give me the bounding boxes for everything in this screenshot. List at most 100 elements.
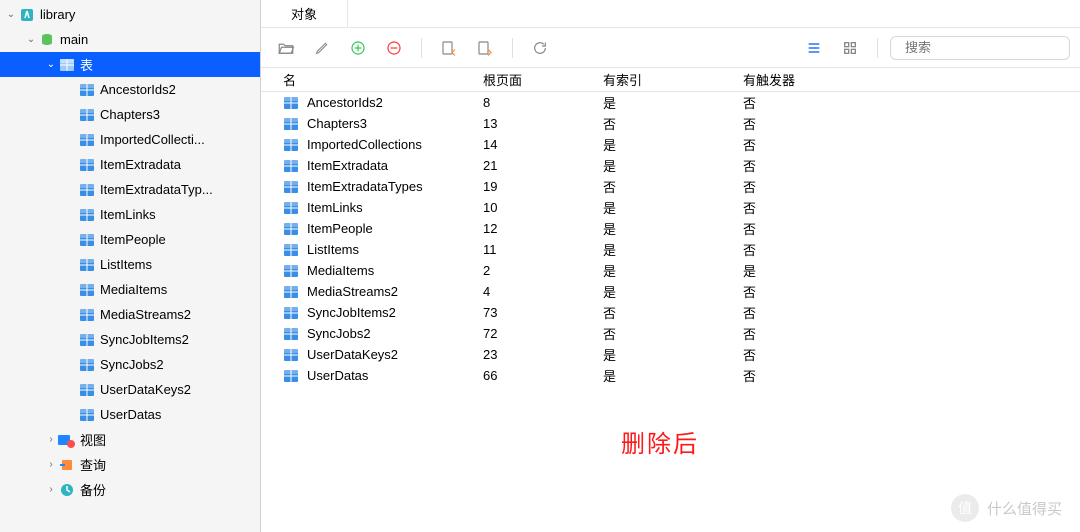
sidebar-item-label: ItemLinks xyxy=(100,207,260,222)
sidebar-table-item[interactable]: UserDataKeys2 xyxy=(0,377,260,402)
add-icon[interactable] xyxy=(343,34,373,62)
cell-trigger: 否 xyxy=(743,303,1080,322)
toolbar-separator xyxy=(421,38,422,58)
cell-root: 21 xyxy=(483,158,603,173)
sidebar-table-item[interactable]: ItemLinks xyxy=(0,202,260,227)
table-icon xyxy=(78,157,96,173)
sidebar-folder-tables[interactable]: ⌄ 表 xyxy=(0,52,260,77)
sidebar-schema-main[interactable]: ⌄ main xyxy=(0,27,260,52)
tables-folder-icon xyxy=(58,57,76,73)
sidebar-item-label: ListItems xyxy=(100,257,260,272)
table-row[interactable]: SyncJobs272否否 xyxy=(261,323,1080,344)
cell-name: AncestorIds2 xyxy=(307,95,383,110)
sidebar-table-item[interactable]: ItemExtradata xyxy=(0,152,260,177)
sidebar-table-item[interactable]: UserDatas xyxy=(0,402,260,427)
table-row[interactable]: ItemExtradata21是否 xyxy=(261,155,1080,176)
table-icon xyxy=(78,107,96,123)
cell-index: 否 xyxy=(603,177,743,196)
query-icon xyxy=(58,457,76,473)
col-header-index[interactable]: 有索引 xyxy=(603,70,743,89)
library-icon xyxy=(18,7,36,23)
table-icon xyxy=(283,221,301,237)
table-icon xyxy=(78,282,96,298)
list-view-icon[interactable] xyxy=(799,34,829,62)
sidebar-item-label: MediaStreams2 xyxy=(100,307,260,322)
table-row[interactable]: MediaStreams24是否 xyxy=(261,281,1080,302)
cell-root: 8 xyxy=(483,95,603,110)
cell-index: 是 xyxy=(603,198,743,217)
table-header[interactable]: 名 根页面 有索引 有触发器 xyxy=(261,68,1080,92)
remove-icon[interactable] xyxy=(379,34,409,62)
refresh-icon[interactable] xyxy=(525,34,555,62)
toolbar-separator xyxy=(512,38,513,58)
cell-name: MediaStreams2 xyxy=(307,284,398,299)
cell-root: 13 xyxy=(483,116,603,131)
tab-objects[interactable]: 对象 xyxy=(261,0,348,27)
sidebar-item-label: main xyxy=(60,32,260,47)
cell-trigger: 否 xyxy=(743,114,1080,133)
table-row[interactable]: ItemPeople 12是否 xyxy=(261,218,1080,239)
table-row[interactable]: MediaItems2是是 xyxy=(261,260,1080,281)
col-header-trigger[interactable]: 有触发器 xyxy=(743,70,1080,89)
table-icon xyxy=(283,326,301,342)
sidebar-table-item[interactable]: MediaStreams2 xyxy=(0,302,260,327)
table-icon xyxy=(283,347,301,363)
table-icon xyxy=(283,200,301,216)
table-row[interactable]: UserDatas66是否 xyxy=(261,365,1080,386)
col-header-root[interactable]: 根页面 xyxy=(483,70,603,89)
cell-trigger: 否 xyxy=(743,177,1080,196)
table-icon xyxy=(283,368,301,384)
sidebar-folder-backups[interactable]: › 备份 xyxy=(0,477,260,502)
toolbar xyxy=(261,28,1080,68)
sidebar-table-item[interactable]: ImportedCollecti... xyxy=(0,127,260,152)
sidebar-table-item[interactable]: Chapters3 xyxy=(0,102,260,127)
cell-root: 12 xyxy=(483,221,603,236)
import-icon[interactable] xyxy=(434,34,464,62)
cell-trigger: 是 xyxy=(743,261,1080,280)
sidebar-item-label: SyncJobs2 xyxy=(100,357,260,372)
sidebar-database-library[interactable]: ⌄ library xyxy=(0,2,260,27)
cell-index: 是 xyxy=(603,345,743,364)
search-input[interactable] xyxy=(905,40,1080,55)
export-icon[interactable] xyxy=(470,34,500,62)
search-input-wrap[interactable] xyxy=(890,36,1070,60)
table-row[interactable]: AncestorIds28是否 xyxy=(261,92,1080,113)
sidebar-item-label: ItemExtradata xyxy=(100,157,260,172)
table-row[interactable]: SyncJobItems273否否 xyxy=(261,302,1080,323)
sidebar-table-item[interactable]: ListItems xyxy=(0,252,260,277)
sidebar-table-item[interactable]: AncestorIds2 xyxy=(0,77,260,102)
sidebar-table-item[interactable]: MediaItems xyxy=(0,277,260,302)
cell-name: ItemLinks xyxy=(307,200,363,215)
open-icon[interactable] xyxy=(271,34,301,62)
backup-icon xyxy=(58,482,76,498)
col-header-name[interactable]: 名 xyxy=(283,70,483,89)
table-row[interactable]: ItemLinks10是否 xyxy=(261,197,1080,218)
table-row[interactable]: ImportedCollections14是否 xyxy=(261,134,1080,155)
cell-name: UserDatas xyxy=(307,368,368,383)
tab-bar: 对象 xyxy=(261,0,1080,28)
sidebar-item-label: 查询 xyxy=(80,455,260,474)
sidebar-item-label: SyncJobItems2 xyxy=(100,332,260,347)
sidebar-table-item[interactable]: ItemPeople xyxy=(0,227,260,252)
sidebar-item-label: Chapters3 xyxy=(100,107,260,122)
grid-view-icon[interactable] xyxy=(835,34,865,62)
sidebar-table-item[interactable]: SyncJobItems2 xyxy=(0,327,260,352)
sidebar-folder-views[interactable]: › 视图 xyxy=(0,427,260,452)
table-row[interactable]: ListItems11是否 xyxy=(261,239,1080,260)
table-row[interactable]: UserDataKeys223是否 xyxy=(261,344,1080,365)
cell-trigger: 否 xyxy=(743,345,1080,364)
edit-icon[interactable] xyxy=(307,34,337,62)
table-icon xyxy=(283,95,301,111)
cell-trigger: 否 xyxy=(743,219,1080,238)
sidebar-item-label: library xyxy=(40,7,260,22)
sidebar-item-label: ItemPeople xyxy=(100,232,260,247)
table-row[interactable]: ItemExtradataTypes19否否 xyxy=(261,176,1080,197)
cell-name: ItemPeople xyxy=(307,221,373,236)
table-row[interactable]: Chapters313否否 xyxy=(261,113,1080,134)
sidebar-table-item[interactable]: ItemExtradataTyp... xyxy=(0,177,260,202)
cell-trigger: 否 xyxy=(743,324,1080,343)
sidebar-table-item[interactable]: SyncJobs2 xyxy=(0,352,260,377)
sidebar-folder-queries[interactable]: › 查询 xyxy=(0,452,260,477)
table-icon xyxy=(283,284,301,300)
cell-index: 是 xyxy=(603,219,743,238)
